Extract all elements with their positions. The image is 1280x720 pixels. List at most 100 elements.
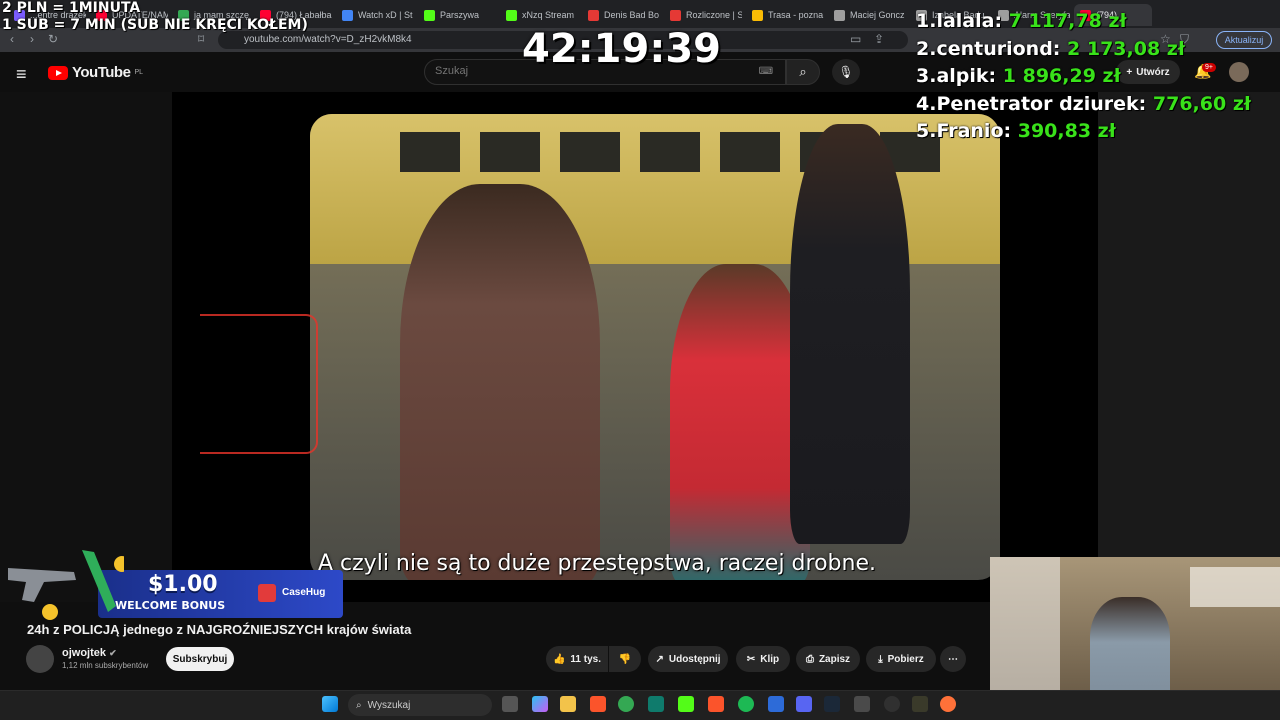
man-in-background (790, 124, 910, 544)
stream-frame-decoration (200, 314, 318, 454)
tab-favicon-icon (834, 9, 845, 21)
steam-icon[interactable] (824, 696, 840, 712)
tab-label: xNzq Stream (522, 10, 575, 20)
download-button[interactable]: ⤓ Pobierz (866, 646, 936, 672)
youtube-play-icon (48, 65, 68, 80)
rule-sub: 1 SUB = 7 MIN (SUB NIE KRĘCI KOŁEM) (2, 17, 308, 33)
firefox-icon[interactable] (940, 696, 956, 712)
cast-icon[interactable]: ▭ (850, 32, 861, 46)
thumbs-up-icon: 👍 (552, 653, 566, 665)
clip-label: Klip (760, 653, 780, 665)
chrome-icon[interactable] (618, 696, 634, 712)
discord-icon[interactable] (796, 696, 812, 712)
obs-icon[interactable] (884, 696, 900, 712)
video-title: 24h z POLICJĄ jednego z NAJGROŹNIEJSZYCH… (27, 622, 412, 637)
video-subtitle: A czyli nie są to duże przestępstwa, rac… (318, 551, 876, 576)
tab-label: Trasa - pozna (768, 10, 824, 20)
bookmark-icon[interactable]: ⌑ (198, 32, 204, 46)
channel-name-text: ojwojtek (62, 647, 107, 659)
tab-favicon-icon (588, 9, 599, 21)
save-button[interactable]: ⎙ Zapisz (796, 646, 860, 672)
donor-row: 2.centuriond: 2 173,08 zł (916, 37, 1185, 60)
share-button[interactable]: ↗ Udostępnij (648, 646, 728, 672)
bookmark-add-icon: ⎙ (805, 653, 814, 665)
taskbar-search[interactable]: ⌕ Wyszukaj (348, 694, 492, 716)
tab-favicon-icon (506, 9, 517, 21)
forward-icon[interactable]: › (30, 32, 34, 46)
streamer (1090, 597, 1170, 691)
brave-icon[interactable] (590, 696, 606, 712)
verified-icon: ✔ (109, 648, 117, 658)
search-button[interactable]: ⌕ (786, 59, 820, 85)
browser-tab[interactable]: Maciej Goncz (828, 4, 906, 26)
channel-avatar[interactable] (26, 645, 54, 673)
microphone-icon: 🎙 (838, 65, 854, 79)
browser-tab[interactable]: Trasa - pozna (746, 4, 824, 26)
menu-icon[interactable]: ≡ (16, 64, 27, 85)
tab-favicon-icon (424, 9, 435, 21)
donor-row: 3.alpik: 1 896,29 zł (916, 65, 1121, 87)
rule-pln: 2 PLN = 1MINUTA (2, 0, 141, 16)
app-icon[interactable] (768, 696, 784, 712)
donor-row: 5.Franio: 390,83 zł (916, 120, 1116, 142)
casehug-logo-icon (258, 584, 276, 602)
reload-icon[interactable]: ↻ (48, 32, 58, 46)
download-icon: ⤓ (878, 653, 883, 665)
copilot-icon[interactable] (532, 696, 548, 712)
subathon-timer: 42:19:39 (522, 26, 721, 72)
tab-favicon-icon (670, 9, 681, 21)
woman-in-red (670, 264, 810, 580)
app-icon[interactable] (912, 696, 928, 712)
weapon-graphic (8, 550, 124, 620)
clip-button[interactable]: ✂ Klip (736, 646, 790, 672)
browser-tab[interactable]: Denis Bad Bo (582, 4, 660, 26)
video-frame (310, 114, 1000, 580)
search-icon: ⌕ (356, 699, 362, 711)
like-count: 11 tys. (570, 653, 602, 665)
browser-tab[interactable]: Watch xD | St (336, 4, 414, 26)
spotify-icon[interactable] (738, 696, 754, 712)
calculator-icon[interactable] (854, 696, 870, 712)
browser-tab[interactable]: Parszywa (418, 4, 496, 26)
promo-label: WELCOME BONUS (115, 599, 226, 612)
brave-active-icon[interactable] (708, 696, 724, 712)
app-icon[interactable] (648, 696, 664, 712)
tab-label: Parszywa (440, 10, 480, 20)
more-actions-button[interactable]: ⋯ (940, 646, 966, 672)
search-icon: ⌕ (799, 64, 807, 79)
left-background (0, 92, 172, 602)
tab-label: Rozliczone | S (686, 10, 742, 20)
scissors-icon: ✂ (746, 653, 756, 665)
like-button[interactable]: 👍 11 tys. (546, 646, 608, 672)
voice-search-button[interactable]: 🎙 (832, 59, 860, 85)
video-player[interactable] (172, 92, 1098, 602)
tab-favicon-icon (752, 9, 763, 21)
share-label: Udostępnij (668, 653, 721, 665)
man-in-vest (400, 184, 600, 580)
task-view-icon[interactable] (502, 696, 518, 712)
windows-taskbar (0, 690, 1280, 720)
dislike-button[interactable]: 👎 (609, 646, 641, 672)
more-icon: ⋯ (948, 653, 958, 665)
download-label: Pobierz (887, 653, 924, 665)
donor-row: 4.Penetrator dziurek: 776,60 zł (916, 92, 1251, 115)
youtube-logo[interactable]: YouTube PL (48, 64, 143, 81)
thumbs-down-icon: 👎 (618, 653, 632, 665)
kick-icon[interactable] (678, 696, 694, 712)
webcam-overlay (990, 557, 1280, 691)
url-text[interactable]: youtube.com/watch?v=D_zH2vkM8k4 (244, 34, 412, 45)
youtube-logo-text: YouTube (72, 64, 131, 81)
file-explorer-icon[interactable] (560, 696, 576, 712)
back-icon[interactable]: ‹ (10, 32, 14, 46)
tab-label: Watch xD | St (358, 10, 413, 20)
share-arrow-icon: ↗ (655, 653, 664, 665)
windows-start-icon[interactable] (322, 696, 338, 712)
promo-brand: CaseHug (282, 587, 326, 598)
subscribe-button[interactable]: Subskrybuj (166, 647, 234, 671)
channel-name[interactable]: ojwojtek ✔ (62, 647, 117, 659)
browser-tab[interactable]: xNzq Stream (500, 4, 578, 26)
share-icon[interactable]: ⇪ (874, 32, 884, 46)
stream-rules: 2 PLN = 1MINUTA 1 SUB = 7 MIN (SUB NIE K… (2, 0, 308, 34)
keyboard-icon[interactable]: ⌨ (759, 66, 773, 77)
browser-tab[interactable]: Rozliczone | S (664, 4, 742, 26)
